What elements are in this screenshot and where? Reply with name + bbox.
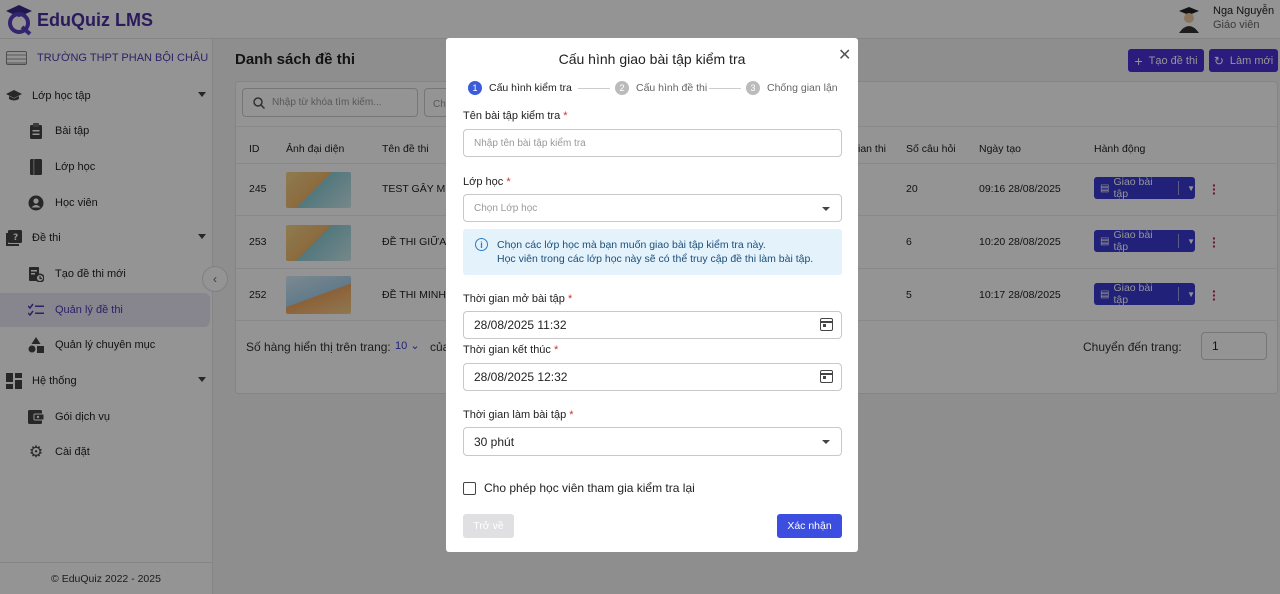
required-mark: * <box>563 110 568 122</box>
duration-select[interactable]: 30 phút <box>463 427 842 456</box>
class-label-text: Lớp học <box>463 176 504 188</box>
name-placeholder: Nhập tên bài tập kiểm tra <box>474 137 586 149</box>
step-label: Cấu hình đề thi <box>636 82 708 94</box>
step-number: 3 <box>746 81 760 95</box>
required-mark: * <box>554 344 559 356</box>
retake-label[interactable]: Cho phép học viên tham gia kiểm tra lại <box>484 481 695 495</box>
info-text-line2: Học viên trong các lớp học này sẽ có thể… <box>497 253 814 265</box>
name-label-text: Tên bài tập kiểm tra <box>463 110 561 122</box>
calendar-icon[interactable] <box>820 318 833 331</box>
class-field-label: Lớp học * <box>463 176 511 188</box>
step-3: 3 Chống gian lận <box>746 81 838 95</box>
end-time-label: Thời gian kết thúc * <box>463 344 558 356</box>
close-icon[interactable]: ✕ <box>838 45 851 65</box>
class-placeholder: Chọn Lớp học <box>474 202 538 214</box>
calendar-icon[interactable] <box>820 370 833 383</box>
info-text-line1: Chọn các lớp học mà bạn muốn giao bài tậ… <box>497 239 766 251</box>
step-1: 1 Cấu hình kiểm tra <box>468 81 572 95</box>
end-label-text: Thời gian kết thúc <box>463 344 551 356</box>
assignment-name-input[interactable]: Nhập tên bài tập kiểm tra <box>463 129 842 157</box>
end-time-value: 28/08/2025 12:32 <box>474 370 568 384</box>
retake-checkbox[interactable] <box>463 482 476 495</box>
duration-label: Thời gian làm bài tập * <box>463 409 574 421</box>
end-time-input[interactable]: 28/08/2025 12:32 <box>463 363 842 391</box>
open-time-label: Thời gian mở bài tập * <box>463 293 572 305</box>
assign-config-dialog: Cấu hình giao bài tập kiểm tra ✕ 1 Cấu h… <box>446 38 858 552</box>
open-label-text: Thời gian mở bài tập <box>463 293 565 305</box>
duration-label-text: Thời gian làm bài tập <box>463 409 567 421</box>
dropdown-arrow-icon <box>822 440 830 444</box>
open-time-input[interactable]: 28/08/2025 11:32 <box>463 311 842 339</box>
dropdown-arrow-icon <box>822 207 830 211</box>
step-label: Chống gian lận <box>767 82 838 94</box>
info-alert: i Chọn các lớp học mà bạn muốn giao bài … <box>463 229 842 275</box>
duration-value: 30 phút <box>474 434 515 449</box>
name-field-label: Tên bài tập kiểm tra * <box>463 110 568 122</box>
class-select[interactable]: Chọn Lớp học <box>463 194 842 222</box>
confirm-button[interactable]: Xác nhận <box>777 514 842 538</box>
step-connector <box>709 88 741 89</box>
open-time-value: 28/08/2025 11:32 <box>474 318 567 332</box>
dialog-title: Cấu hình giao bài tập kiểm tra <box>558 51 746 67</box>
required-mark: * <box>506 176 511 188</box>
info-icon: i <box>475 238 488 251</box>
step-2: 2 Cấu hình đề thi <box>615 81 707 95</box>
step-number: 2 <box>615 81 629 95</box>
required-mark: * <box>567 293 573 305</box>
step-label: Cấu hình kiểm tra <box>489 82 572 94</box>
required-mark: * <box>569 409 574 421</box>
back-button[interactable]: Trở về <box>463 514 514 538</box>
step-connector <box>578 88 610 89</box>
step-number: 1 <box>468 81 482 95</box>
